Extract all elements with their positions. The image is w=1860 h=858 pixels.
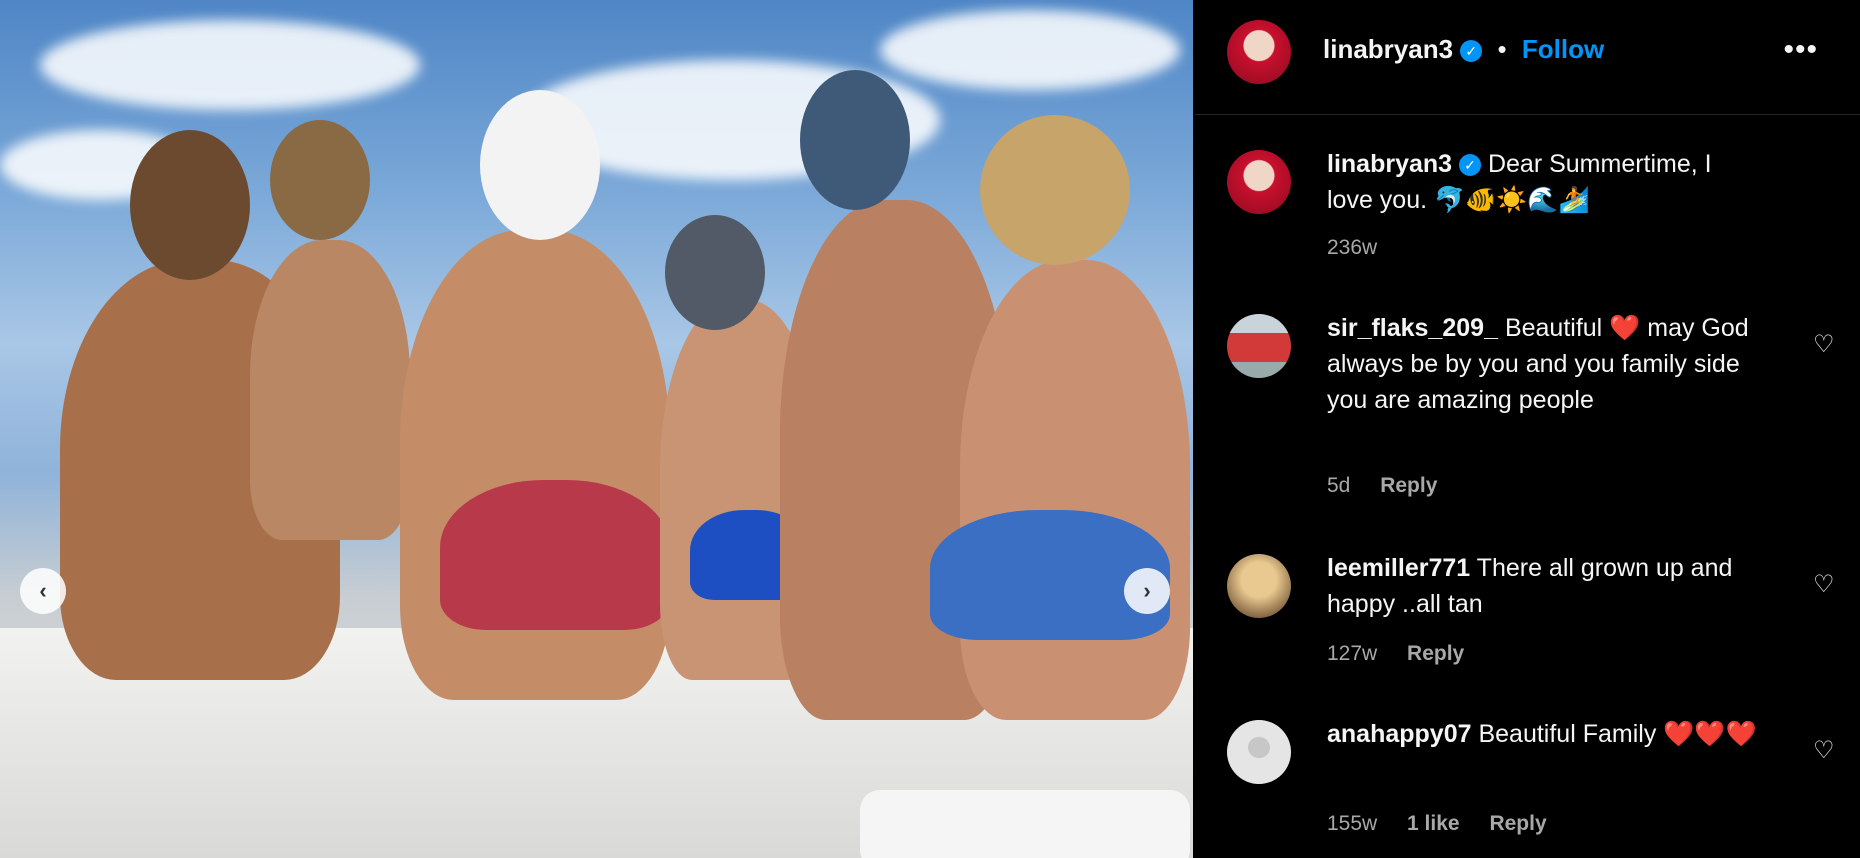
like-heart-icon[interactable]: ♡: [1813, 736, 1839, 764]
verified-icon: ✓: [1459, 154, 1482, 177]
comment-body: sir_flaks_209_ Beautiful ❤️ may God alwa…: [1327, 310, 1757, 418]
person-head: [800, 70, 910, 210]
comment-time: 155w: [1327, 812, 1378, 835]
author-username[interactable]: linabryan3: [1323, 34, 1453, 64]
comment-body: leemiller771 There all grown up and happ…: [1327, 550, 1757, 622]
cushion: [860, 790, 1190, 858]
follow-button[interactable]: Follow: [1522, 34, 1604, 64]
comment-username[interactable]: leemiller771: [1327, 554, 1470, 582]
caption-username[interactable]: linabryan3: [1327, 150, 1452, 178]
person-head: [270, 120, 370, 240]
person: [960, 260, 1190, 720]
commenter-avatar[interactable]: [1227, 554, 1291, 618]
caption-meta: 236w: [1327, 236, 1401, 260]
reply-button[interactable]: Reply: [1489, 812, 1546, 835]
previous-photo-button[interactable]: ‹: [20, 568, 66, 614]
post-sidebar: linabryan3 ✓ • Follow ••• linabryan3 ✓ D…: [1195, 0, 1860, 858]
person-head: [665, 215, 765, 330]
person: [250, 240, 410, 540]
separator: •: [1497, 34, 1507, 64]
like-heart-icon[interactable]: ♡: [1813, 330, 1839, 358]
shorts: [440, 480, 670, 630]
comment-username[interactable]: sir_flaks_209_: [1327, 314, 1498, 342]
like-heart-icon[interactable]: ♡: [1813, 570, 1839, 598]
comment-meta: 5d Reply: [1327, 474, 1461, 498]
reply-button[interactable]: Reply: [1380, 474, 1437, 497]
header-line: linabryan3 ✓ • Follow: [1323, 34, 1604, 65]
caption-body: linabryan3 ✓ Dear Summertime, I love you…: [1327, 146, 1757, 218]
reply-button[interactable]: Reply: [1407, 642, 1464, 665]
next-photo-button[interactable]: ›: [1124, 568, 1170, 614]
comment-time: 127w: [1327, 642, 1378, 665]
post-photo: ‹ ›: [0, 0, 1193, 858]
comment-username[interactable]: anahappy07: [1327, 720, 1472, 748]
person-head: [130, 130, 250, 280]
comment-meta: 155w 1 like Reply: [1327, 812, 1571, 836]
cloud: [40, 20, 420, 110]
commenter-avatar[interactable]: [1227, 720, 1291, 784]
comment-likes[interactable]: 1 like: [1407, 812, 1460, 835]
chevron-left-icon: ‹: [39, 578, 47, 603]
comment-meta: 127w Reply: [1327, 642, 1488, 666]
caption-avatar[interactable]: [1227, 150, 1291, 214]
person-head: [480, 90, 600, 240]
verified-icon: ✓: [1460, 40, 1483, 63]
more-options-icon[interactable]: •••: [1783, 35, 1818, 65]
comment-text: Beautiful Family ❤️❤️❤️: [1478, 720, 1757, 748]
caption-time: 236w: [1327, 236, 1378, 259]
post-header: linabryan3 ✓ • Follow •••: [1195, 0, 1860, 115]
comment-time: 5d: [1327, 474, 1351, 497]
cloud: [880, 10, 1180, 90]
comment-body: anahappy07 Beautiful Family ❤️❤️❤️: [1327, 716, 1757, 752]
chevron-right-icon: ›: [1143, 578, 1151, 603]
person-head: [980, 115, 1130, 265]
author-avatar[interactable]: [1227, 20, 1291, 84]
commenter-avatar[interactable]: [1227, 314, 1291, 378]
